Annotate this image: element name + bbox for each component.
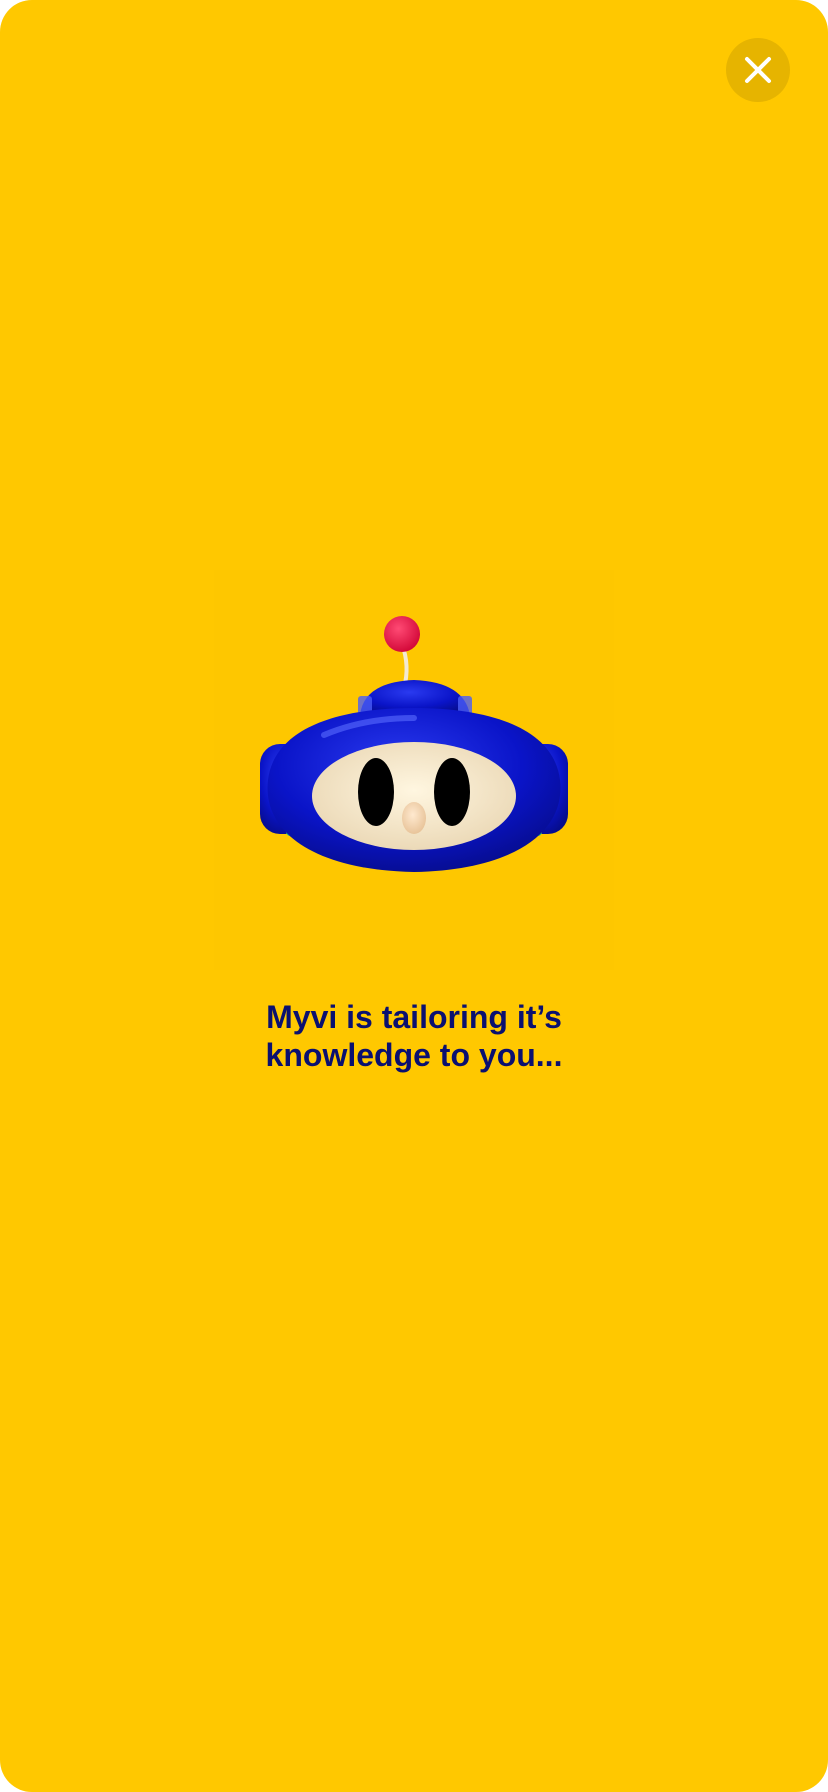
close-icon [745,57,771,83]
close-button[interactable] [726,38,790,102]
robot-mascot-icon [260,616,568,872]
mascot-illustration [214,570,614,970]
loading-screen: Myvi is tailoring it’s knowledge to you.… [0,0,828,1792]
loading-message: Myvi is tailoring it’s knowledge to you.… [265,999,563,1073]
